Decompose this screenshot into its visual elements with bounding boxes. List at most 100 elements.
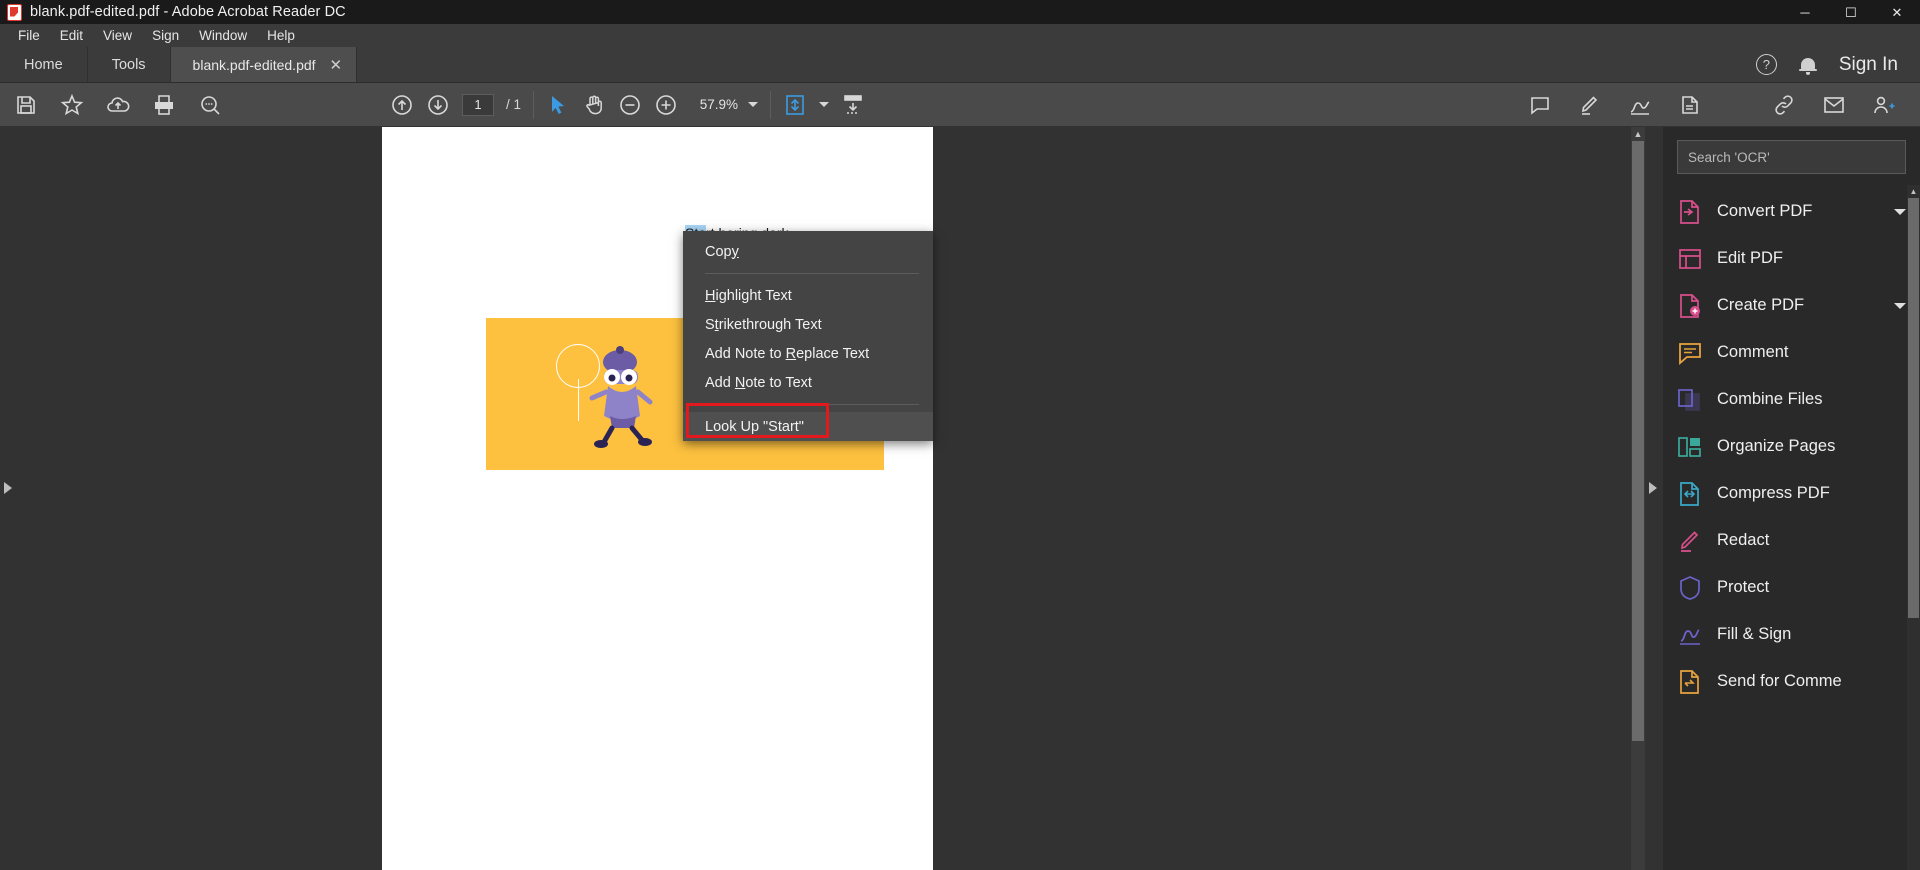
chevron-down-icon[interactable] [748, 102, 759, 107]
tool-item-label: Send for Comme [1717, 672, 1842, 690]
save-icon[interactable] [14, 93, 38, 117]
tool-item-send-for-comments[interactable]: Send for Comme [1663, 658, 1920, 705]
panel-scroll-up-arrow-icon[interactable]: ▲ [1907, 185, 1920, 198]
notification-bell-icon[interactable] [1798, 55, 1817, 75]
help-icon[interactable]: ? [1755, 54, 1777, 75]
hand-tool-icon[interactable] [582, 93, 606, 117]
fill-sign-icon [1677, 622, 1703, 648]
toolbar-divider [533, 90, 535, 119]
upload-cloud-icon[interactable] [106, 93, 130, 117]
zoom-level-value: 57.9% [699, 97, 739, 112]
draw-icon[interactable] [1628, 93, 1652, 117]
find-icon[interactable] [198, 93, 222, 117]
tool-item-label: Redact [1717, 531, 1770, 549]
tool-item-edit-pdf[interactable]: Edit PDF [1663, 235, 1920, 282]
scrollbar-thumb[interactable] [1632, 141, 1644, 741]
page-up-icon[interactable] [390, 93, 414, 117]
menu-file[interactable]: File [8, 26, 50, 45]
toolbar-left-group [0, 93, 222, 117]
left-rail[interactable] [0, 127, 18, 870]
tool-item-create-pdf[interactable]: Create PDF [1663, 282, 1920, 329]
fit-page-icon[interactable] [783, 93, 807, 117]
comment-icon [1677, 340, 1703, 366]
add-person-icon[interactable] [1872, 93, 1896, 117]
search-placeholder: Search 'OCR' [1688, 149, 1770, 165]
tool-item-convert-pdf[interactable]: Convert PDF [1663, 188, 1920, 235]
redact-icon [1677, 528, 1703, 554]
tool-item-protect[interactable]: Protect [1663, 564, 1920, 611]
tool-item-fill-and-sign[interactable]: Fill & Sign [1663, 611, 1920, 658]
context-menu-item-highlight-text[interactable]: Highlight Text [683, 281, 933, 310]
create-pdf-icon [1677, 293, 1703, 319]
menu-window[interactable]: Window [189, 26, 257, 45]
tools-panel: Search 'OCR' Convert PDF Edit PDF Create… [1663, 127, 1920, 870]
chevron-down-icon[interactable] [1894, 208, 1906, 215]
fit-page-chevron-icon[interactable] [819, 102, 830, 107]
scroll-up-arrow-icon[interactable]: ▲ [1631, 127, 1645, 141]
highlighter-icon[interactable] [1578, 93, 1602, 117]
zoom-level-control[interactable]: 57.9% [696, 97, 759, 112]
context-menu-item-copy[interactable]: Copy [683, 237, 933, 266]
convert-pdf-icon [1677, 199, 1703, 225]
context-menu-item-add-note-to-text[interactable]: Add Note to Text [683, 368, 933, 397]
zoom-out-icon[interactable] [618, 93, 642, 117]
page-down-icon[interactable] [426, 93, 450, 117]
tab-strip-right: ? Sign In [1755, 47, 1920, 82]
tool-item-compress-pdf[interactable]: Compress PDF [1663, 470, 1920, 517]
comment-icon[interactable] [1528, 93, 1552, 117]
right-panel-expand-arrow-icon[interactable] [1649, 482, 1657, 494]
context-menu-item-label: Add Note to Replace Text [705, 345, 870, 362]
context-menu[interactable]: Copy Highlight Text Strikethrough Text A… [683, 231, 933, 441]
document-tab[interactable]: blank.pdf-edited.pdf ✕ [170, 47, 358, 82]
sign-in-button[interactable]: Sign In [1839, 54, 1898, 76]
tool-item-label: Compress PDF [1717, 484, 1830, 502]
viewer-vertical-scrollbar[interactable]: ▲ [1631, 127, 1645, 870]
search-input[interactable]: Search 'OCR' [1677, 140, 1906, 174]
menu-help[interactable]: Help [257, 26, 305, 45]
tools-search-wrap: Search 'OCR' [1663, 127, 1920, 174]
tool-item-organize-pages[interactable]: Organize Pages [1663, 423, 1920, 470]
panel-scrollbar-thumb[interactable] [1908, 198, 1919, 618]
context-menu-item-strikethrough-text[interactable]: Strikethrough Text [683, 310, 933, 339]
select-cursor-icon[interactable] [546, 93, 570, 117]
print-icon[interactable] [152, 93, 176, 117]
menu-view[interactable]: View [93, 26, 142, 45]
page-number-input[interactable]: 1 [462, 93, 494, 116]
tab-strip: Home Tools blank.pdf-edited.pdf ✕ ? Sign… [0, 47, 1920, 83]
document-tab-label: blank.pdf-edited.pdf [192, 56, 316, 73]
email-icon[interactable] [1822, 93, 1846, 117]
tab-home[interactable]: Home [0, 47, 88, 82]
tool-item-comment[interactable]: Comment [1663, 329, 1920, 376]
tool-item-redact[interactable]: Redact [1663, 517, 1920, 564]
left-panel-expand-arrow-icon[interactable] [4, 482, 12, 494]
window-controls: ─ ☐ ✕ [1782, 0, 1920, 24]
menu-bar: File Edit View Sign Window Help [0, 24, 1920, 47]
star-icon[interactable] [60, 93, 84, 117]
mascot-illustration [589, 346, 653, 448]
attach-link-icon[interactable] [1772, 93, 1796, 117]
chevron-down-icon[interactable] [1894, 302, 1906, 309]
context-menu-item-add-note-to-replace-text[interactable]: Add Note to Replace Text [683, 339, 933, 368]
organize-pages-icon [1677, 434, 1703, 460]
menu-edit[interactable]: Edit [50, 26, 93, 45]
tool-item-label: Organize Pages [1717, 437, 1836, 455]
context-menu-item-label: Strikethrough Text [705, 316, 822, 333]
tool-item-label: Combine Files [1717, 390, 1823, 408]
right-rail[interactable] [1645, 127, 1663, 870]
maximize-button[interactable]: ☐ [1828, 0, 1874, 24]
context-menu-item-look-up[interactable]: Look Up "Start" [683, 412, 933, 441]
tools-panel-scrollbar[interactable]: ▲ [1907, 185, 1920, 870]
tool-item-combine-files[interactable]: Combine Files [1663, 376, 1920, 423]
menu-sign[interactable]: Sign [142, 26, 189, 45]
close-button[interactable]: ✕ [1874, 0, 1920, 24]
tab-tools[interactable]: Tools [88, 47, 171, 82]
stamp-icon[interactable] [1678, 93, 1702, 117]
context-menu-item-label: Look Up "Start" [705, 418, 804, 435]
toolbar-center-group: 1 / 1 57.9% [390, 90, 865, 119]
close-icon[interactable]: ✕ [330, 56, 343, 74]
zoom-in-icon[interactable] [654, 93, 678, 117]
compress-pdf-icon [1677, 481, 1703, 507]
minimize-button[interactable]: ─ [1782, 0, 1828, 24]
page-display-icon[interactable] [841, 93, 865, 117]
send-for-comments-icon [1677, 669, 1703, 695]
